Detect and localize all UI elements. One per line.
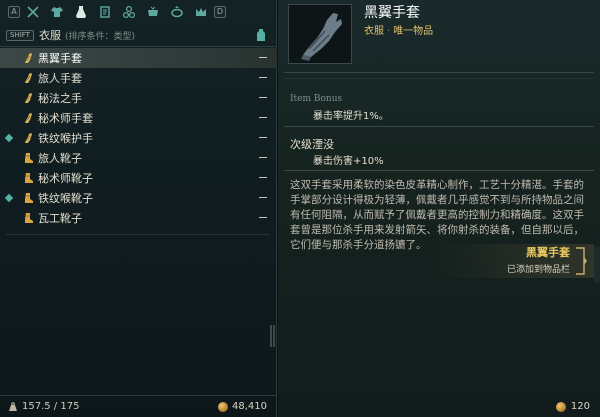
boot-icon	[22, 172, 34, 184]
inventory-item-name: 秘术师手套	[38, 112, 93, 125]
item-weight-dash	[259, 137, 267, 138]
cauldron-icon[interactable]	[142, 2, 164, 22]
gem-cluster-icon[interactable]	[118, 2, 140, 22]
gold-coin-icon	[218, 401, 228, 412]
divider	[0, 46, 277, 47]
divider	[284, 72, 594, 73]
inventory-item-row[interactable]: 铁纹喉护手	[0, 128, 277, 148]
inventory-item-name: 秘法之手	[38, 92, 82, 105]
item-value: 120	[555, 401, 590, 412]
glove-icon	[22, 92, 34, 104]
weight-icon	[9, 401, 17, 411]
item-value-amount: 120	[570, 401, 590, 412]
inventory-item-name: 秘术师靴子	[38, 172, 93, 185]
glove-icon	[22, 112, 34, 124]
inventory-footer: 157.5 / 175 48,410	[0, 395, 277, 417]
scroll-icon[interactable]	[94, 2, 116, 22]
item-weight-dash	[259, 217, 267, 218]
bag-icon	[257, 29, 265, 41]
item-weight-dash	[259, 97, 267, 98]
item-bonus-label: Item Bonus	[290, 94, 343, 104]
item-added-notification: 黑翼手套 已添加到物品栏	[412, 244, 594, 278]
category-header: SHIFT 衣服 (排序条件：类型)	[0, 25, 277, 45]
panel-edge-ornament	[270, 325, 275, 347]
crossed-swords-icon[interactable]	[22, 2, 44, 22]
gold-amount: 48,410	[232, 401, 267, 412]
boot-icon	[22, 152, 34, 164]
inventory-list: 黑翼手套旅人手套秘法之手秘术师手套铁纹喉护手旅人靴子秘术师靴子铁纹喉靴子瓦工靴子	[0, 48, 277, 228]
notification-item-name: 黑翼手套	[526, 246, 570, 259]
notification-message: 已添加到物品栏	[506, 265, 570, 275]
divider	[284, 126, 594, 127]
item-detail-panel: 黑翼手套 衣服 · 唯一物品 Item Bonus 暴击率提升1%。 次级湮没 暴击…	[278, 0, 600, 417]
item-weight-dash	[259, 177, 267, 178]
shirt-icon[interactable]	[46, 2, 68, 22]
secondary-enchant-label: 次级湮没	[290, 138, 334, 151]
item-title: 黑翼手套	[364, 5, 420, 21]
inventory-item-row[interactable]: 秘术师手套	[0, 108, 277, 128]
item-weight-dash	[259, 57, 267, 58]
type-separator: ·	[387, 26, 391, 37]
prev-tab-key-hint: A	[8, 6, 20, 18]
item-description: 这双手套采用柔软的染色皮革精心制作，工艺十分精湛。手套的手掌部分设计得极为轻薄，…	[290, 179, 584, 251]
item-weight-dash	[259, 77, 267, 78]
potion-icon[interactable]	[70, 2, 92, 22]
item-weight-dash	[259, 157, 267, 158]
category-tab-bar: A D	[0, 0, 277, 24]
divider	[6, 234, 270, 235]
glove-icon	[22, 52, 34, 64]
inventory-item-name: 铁纹喉靴子	[38, 192, 93, 205]
inventory-item-row[interactable]: 铁纹喉靴子	[0, 188, 277, 208]
sort-hint[interactable]: (排序条件：类型)	[65, 29, 135, 42]
carry-weight: 157.5 / 175	[22, 401, 80, 412]
crown-icon[interactable]	[190, 2, 212, 22]
inventory-item-name: 旅人手套	[38, 72, 82, 85]
ring-icon[interactable]	[166, 2, 188, 22]
glove-icon	[22, 132, 34, 144]
glove-icon	[22, 72, 34, 84]
next-tab-key-hint: D	[214, 6, 226, 18]
panel-edge-tab	[594, 247, 600, 283]
secondary-enchant-value: 暴击伤害+10%	[313, 156, 384, 167]
boot-icon	[22, 192, 34, 204]
item-category: 衣服 · 唯一物品	[364, 22, 433, 37]
glove-icon	[301, 13, 342, 61]
inventory-item-row[interactable]: 旅人靴子	[0, 148, 277, 168]
item-bonus-value: 暴击率提升1%。	[313, 111, 389, 122]
item-rarity: 唯一物品	[393, 26, 434, 37]
item-portrait	[288, 4, 352, 64]
inventory-item-row[interactable]: 秘法之手	[0, 88, 277, 108]
boot-icon	[22, 212, 34, 224]
notification-bracket-icon	[576, 247, 587, 275]
item-weight-dash	[259, 197, 267, 198]
inventory-item-row[interactable]: 秘术师靴子	[0, 168, 277, 188]
inventory-item-name: 瓦工靴子	[38, 212, 82, 225]
inventory-item-name: 铁纹喉护手	[38, 132, 93, 145]
item-weight-dash	[259, 117, 267, 118]
inventory-item-row[interactable]: 黑翼手套	[0, 48, 277, 68]
inventory-item-name: 旅人靴子	[38, 152, 82, 165]
inventory-item-row[interactable]: 瓦工靴子	[0, 208, 277, 228]
inventory-item-name: 黑翼手套	[38, 52, 82, 65]
new-item-marker-icon	[4, 193, 14, 203]
category-label: 衣服	[38, 29, 61, 42]
inventory-item-row[interactable]: 旅人手套	[0, 68, 277, 88]
divider	[284, 170, 594, 171]
inventory-panel: A D SHIFT 衣服 (排序条件：类型) 黑翼手套 旅人手套 秘法之手 秘术…	[0, 0, 277, 417]
item-type: 衣服	[364, 26, 384, 37]
new-item-marker-icon	[4, 133, 14, 143]
sort-key-hint: SHIFT	[6, 29, 34, 41]
gold-total: 48,410	[218, 401, 267, 412]
gold-coin-icon	[555, 401, 566, 412]
divider	[284, 78, 594, 79]
